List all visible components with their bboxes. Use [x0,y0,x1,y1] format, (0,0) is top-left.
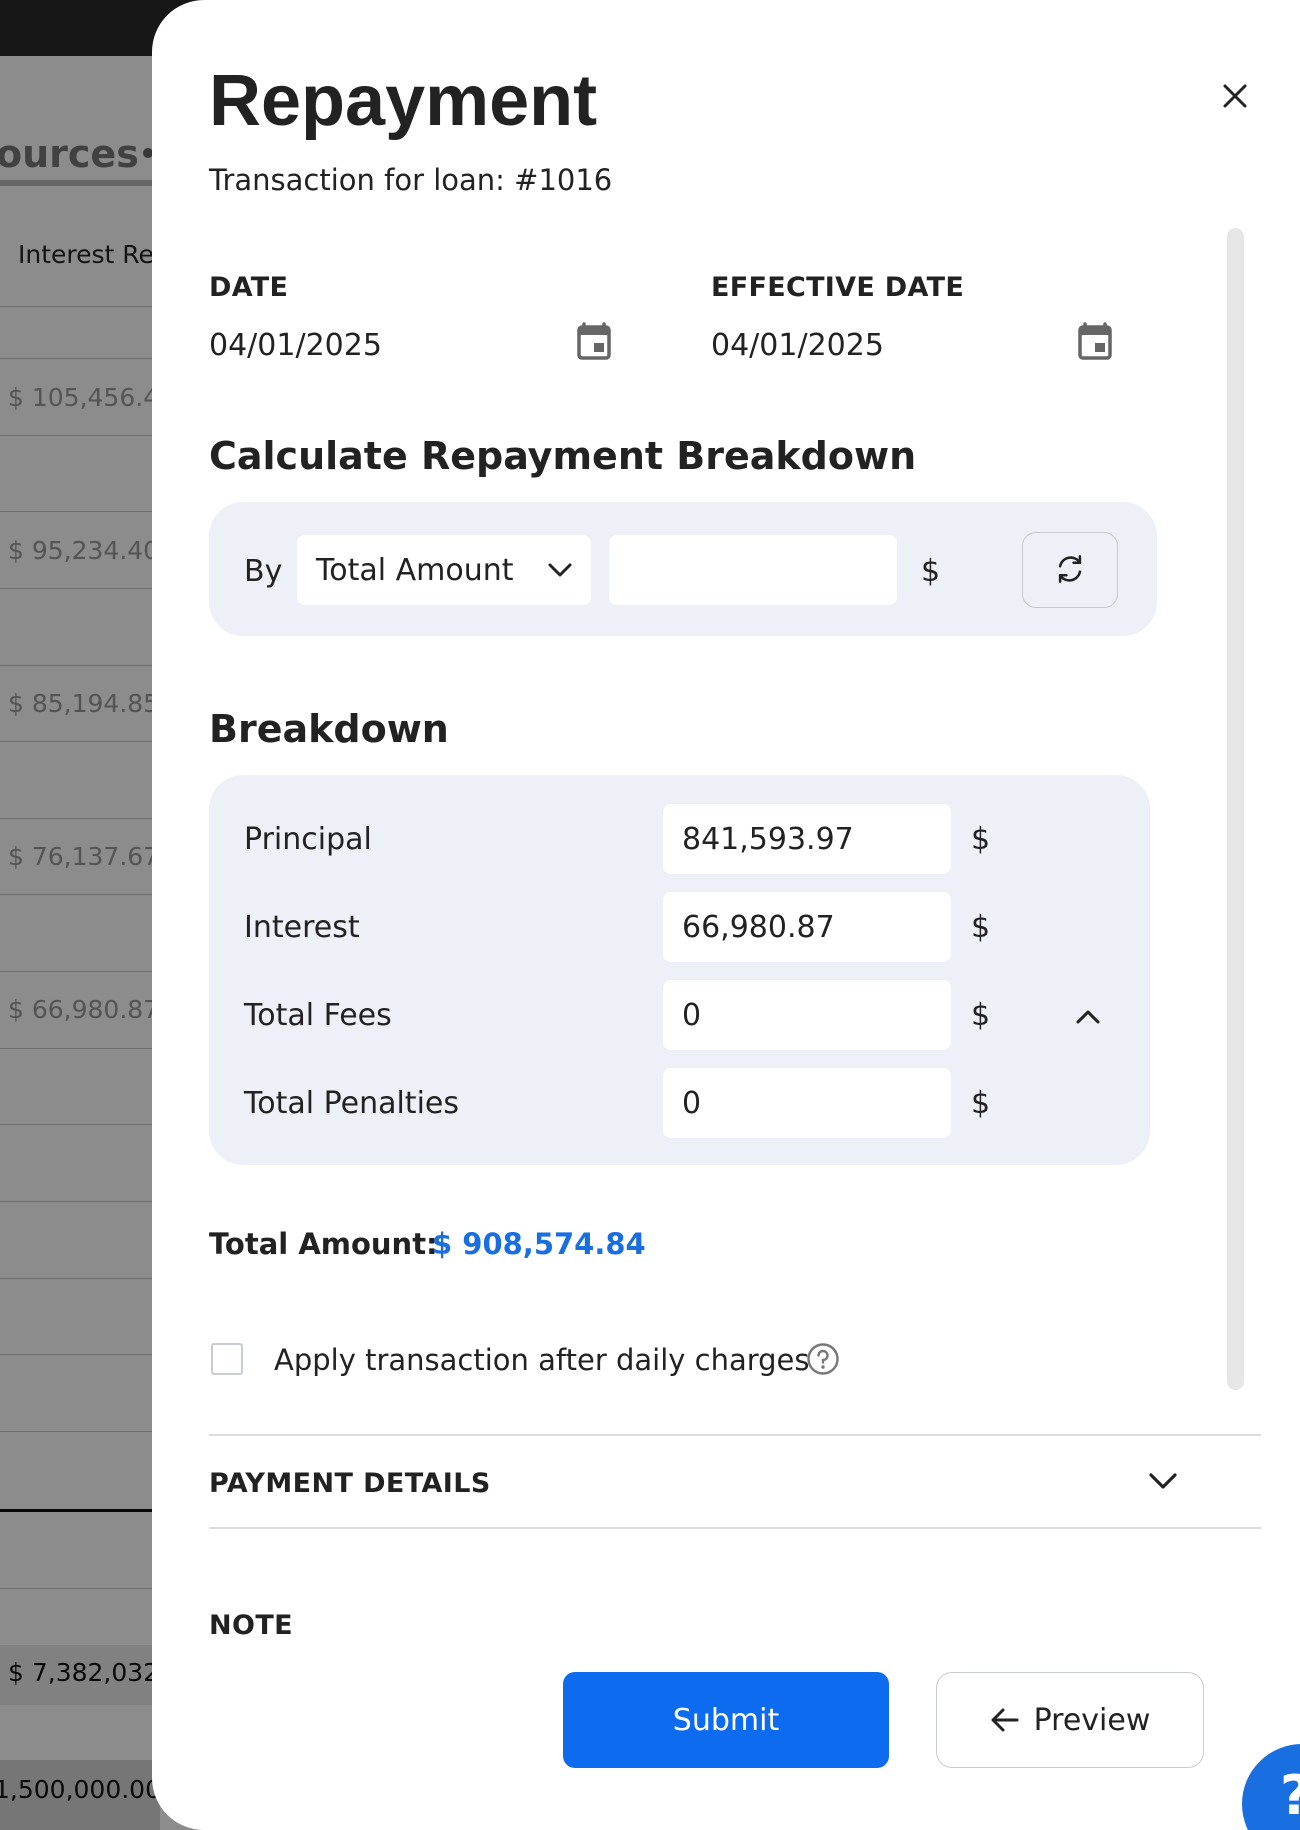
amount-input[interactable] [609,535,897,605]
chevron-down-icon [548,563,572,577]
by-select[interactable]: Total Amount [297,535,591,605]
effective-date-label: EFFECTIVE DATE [711,272,965,303]
help-fab-label: ? [1280,1764,1300,1827]
apply-after-daily-charges-label[interactable]: Apply transaction after daily charges [274,1343,810,1377]
total-fees-input[interactable] [663,980,951,1050]
principal-input[interactable] [663,804,951,874]
date-field[interactable]: 04/01/2025 [209,328,382,363]
total-penalties-input[interactable] [663,1068,951,1138]
apply-after-daily-charges-checkbox[interactable] [211,1343,243,1375]
by-label: By [244,554,283,589]
calendar-icon[interactable] [576,322,612,360]
payment-details-header[interactable]: PAYMENT DETAILS [209,1468,491,1499]
submit-button[interactable]: Submit [563,1672,889,1768]
currency-symbol: $ [971,998,991,1033]
date-label: DATE [209,272,289,303]
note-section: NOTE [209,1610,509,1638]
drawer-title: Repayment [209,61,598,141]
interest-label: Interest [244,910,360,945]
help-chat-button[interactable]: ? [1242,1744,1300,1830]
interest-input[interactable] [663,892,951,962]
total-amount-value: $ 908,574.84 [432,1227,646,1261]
divider [209,1527,1261,1529]
chevron-down-icon[interactable] [1147,1470,1179,1492]
note-label: NOTE [209,1610,294,1638]
currency-symbol: $ [971,822,991,857]
chevron-up-icon[interactable] [1074,1007,1102,1027]
currency-symbol: $ [971,910,991,945]
calendar-icon[interactable] [1077,322,1113,360]
breakdown-panel: Principal $ Interest $ Total Fees $ Tota… [209,775,1150,1165]
arrow-left-icon [991,1708,1019,1732]
calculate-heading: Calculate Repayment Breakdown [209,434,917,478]
refresh-icon [1058,554,1082,583]
total-amount-label: Total Amount: [209,1227,438,1261]
drawer-subtitle: Transaction for loan: #1016 [209,163,613,197]
scrollbar[interactable] [1227,228,1244,1390]
preview-button-label: Preview [1033,1702,1151,1738]
help-circle-icon[interactable] [806,1342,840,1376]
currency-symbol: $ [971,1086,991,1121]
recalculate-button[interactable] [1022,532,1118,608]
repayment-drawer: Repayment Transaction for loan: #1016 DA… [152,0,1300,1830]
divider [209,1434,1261,1436]
by-select-value: Total Amount [316,553,514,588]
principal-label: Principal [244,822,372,857]
effective-date-field[interactable]: 04/01/2025 [711,328,884,363]
breakdown-heading: Breakdown [209,707,449,751]
close-icon[interactable] [1217,78,1253,114]
total-fees-label: Total Fees [244,998,392,1033]
currency-symbol: $ [921,554,941,589]
total-penalties-label: Total Penalties [244,1086,459,1121]
preview-button[interactable]: Preview [936,1672,1204,1768]
calculate-panel: By Total Amount $ [209,502,1157,636]
